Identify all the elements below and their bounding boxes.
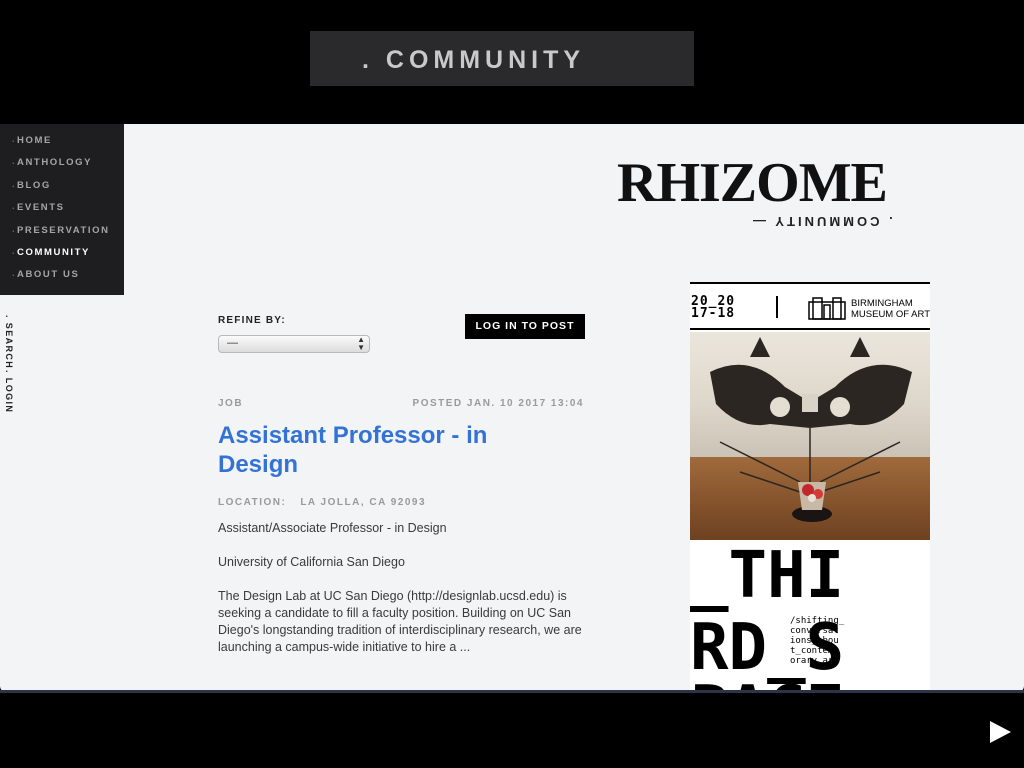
ad-divider (776, 296, 778, 318)
refine-label: REFINE BY: (218, 315, 286, 326)
nav-item-events[interactable]: EVENTS (0, 201, 124, 224)
nav-item-blog[interactable]: BLOG (0, 179, 124, 202)
nav-item-home[interactable]: HOME (0, 134, 124, 157)
post-location: LOCATION: LA JOLLA, CA 92093 (218, 497, 426, 508)
nav-item-community[interactable]: COMMUNITY (0, 246, 124, 269)
location-label: LOCATION: (218, 497, 287, 508)
post-type: JOB (218, 398, 244, 409)
nav-item-preservation[interactable]: PRESERVATION (0, 224, 124, 247)
nav-item-anthology[interactable]: ANTHOLOGY (0, 156, 124, 179)
post-title-link[interactable]: Assistant Professor - in Design (218, 421, 558, 479)
museum-advertisement[interactable]: 20_20 17-18 BIRMINGHAM MUSEUM OF ART _TH… (690, 282, 930, 692)
chevron-updown-icon: ▲ ▼ (357, 335, 365, 352)
ad-museum-line-1: BIRMINGHAM (851, 298, 913, 309)
section-title: . COMMUNITY (362, 46, 586, 74)
login-link[interactable]: . LOGIN (4, 370, 14, 413)
refine-select[interactable]: — ▲ ▼ (218, 335, 370, 353)
rhizome-logo[interactable]: RHIZOME . COMMUNITY — (617, 152, 899, 229)
nav-item-about-us[interactable]: ABOUT US (0, 268, 124, 291)
panel-bottom-edge (0, 690, 1024, 693)
post-date: POSTED JAN. 10 2017 13:04 (412, 398, 584, 409)
post-paragraph-3: The Design Lab at UC San Diego (http://d… (218, 589, 582, 654)
ad-years-line-2: 17-18 (691, 306, 736, 321)
main-panel: HOME ANTHOLOGY BLOG EVENTS PRESERVATION … (0, 124, 1024, 692)
ad-years: 20_20 17-18 (691, 295, 736, 321)
ad-museum-name: BIRMINGHAM MUSEUM OF ART (851, 298, 930, 320)
post-paragraph-2: University of California San Diego (218, 555, 405, 569)
logo-wordmark: RHIZOME (617, 152, 888, 214)
log-in-to-post-button[interactable]: LOG IN TO POST (465, 314, 585, 339)
play-icon[interactable] (990, 721, 1011, 743)
ad-tagline: /shifting_ conversat ions_abou t_contemp… (790, 616, 845, 666)
ad-headline-line-1: _THI (690, 539, 845, 613)
section-title-box: . COMMUNITY (310, 31, 694, 86)
logo-section-label: . COMMUNITY — (750, 214, 893, 229)
museum-building-icon (808, 297, 846, 320)
refine-selected-value: — (227, 337, 238, 349)
sidebar-nav: HOME ANTHOLOGY BLOG EVENTS PRESERVATION … (0, 124, 124, 295)
ad-artwork-image (690, 332, 930, 540)
ad-header: 20_20 17-18 BIRMINGHAM MUSEUM OF ART (690, 282, 930, 330)
ad-museum-line-2: MUSEUM OF ART (851, 309, 930, 320)
post-paragraph-1: Assistant/Associate Professor - in Desig… (218, 521, 447, 535)
search-link[interactable]: . SEARCH (4, 315, 14, 369)
location-value: LA JOLLA, CA 92093 (300, 497, 427, 508)
